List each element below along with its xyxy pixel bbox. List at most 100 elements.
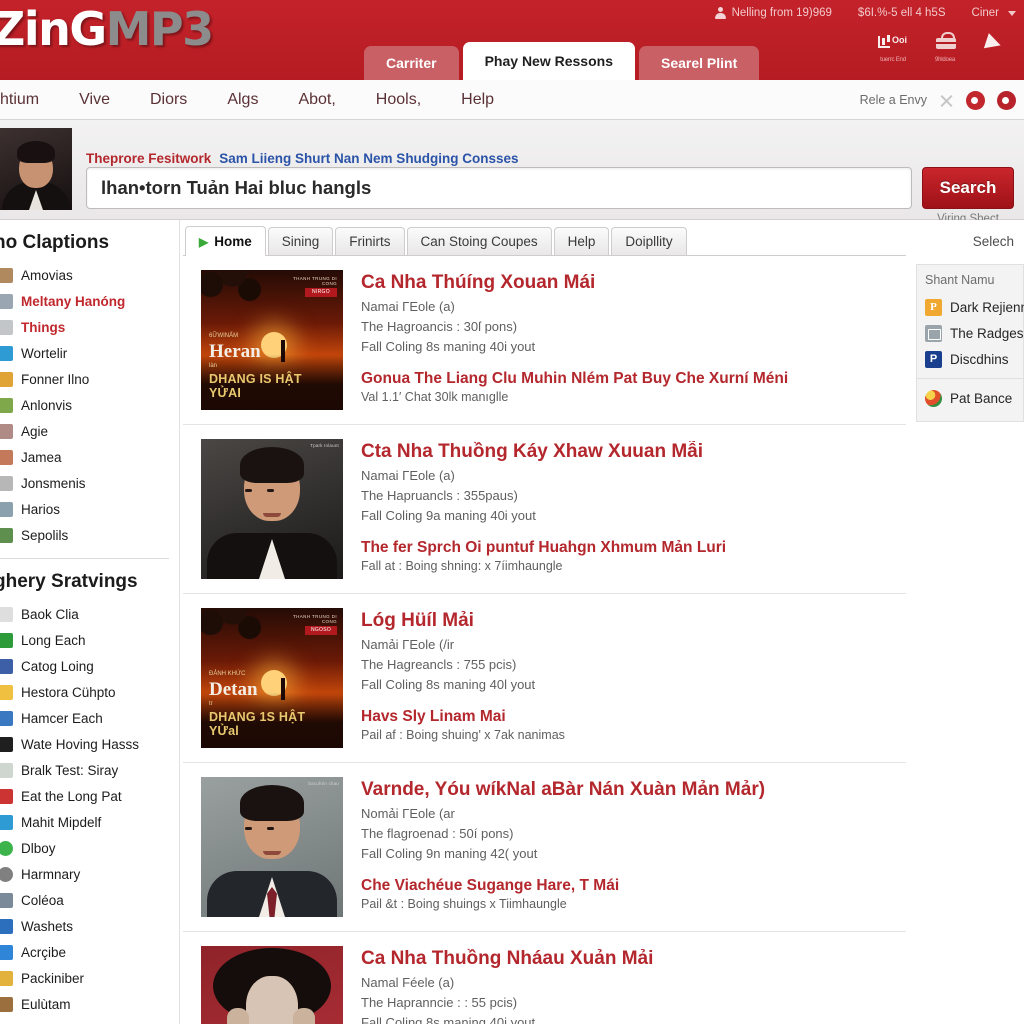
tab-sining[interactable]: Sining xyxy=(267,227,334,255)
account-icon[interactable] xyxy=(997,90,1016,110)
header-tab-searel-plint[interactable]: Searel Plint xyxy=(638,46,760,80)
result-meta-2: The Hapruancls : 355paus) xyxy=(361,488,518,504)
result-thumbnail[interactable]: THANH TRUNG DI CONG NIRGO 6ỮWINẤM Heran … xyxy=(201,270,343,410)
header-tab-carriter[interactable]: Carriter xyxy=(364,46,459,80)
result-meta-1: Namal Féele (a) xyxy=(361,975,455,991)
sidebar-item-packiniber[interactable]: Packiniber xyxy=(0,965,179,991)
nav-link-help[interactable]: Help xyxy=(441,91,514,109)
result-title[interactable]: Varnde, Yóu wíkNal aBàr Nán Xuàn Mản Mảr… xyxy=(361,779,894,801)
result-row[interactable]: bacuhtin chau Varnde, Yóu wíkNal aBàr Ná… xyxy=(183,763,906,932)
tab-help[interactable]: Help xyxy=(553,227,610,255)
nav-link-vive[interactable]: Vive xyxy=(59,91,130,109)
result-subtitle[interactable]: Che Viachéue Suganɡe Hare, T Mái xyxy=(361,877,894,895)
satellite-icon[interactable] xyxy=(980,32,1014,62)
sidebar-item-label: Agie xyxy=(21,423,49,439)
nav-link-abot[interactable]: Abot, xyxy=(278,91,355,109)
sidebar-item-catog-loing[interactable]: Catog Loing xyxy=(0,653,179,679)
sidebar-item-acrcibe[interactable]: Acrçibe xyxy=(0,939,179,965)
sidebar-item-agie[interactable]: Agie xyxy=(0,418,179,444)
site-logo[interactable]: ZinGMP3 xyxy=(0,2,214,56)
tab-home[interactable]: ▶ Home xyxy=(185,226,266,256)
result-thumbnail[interactable]: THANH TRUNG DI CONG NGOSO ĐẢNH KHỨC Deta… xyxy=(201,608,343,748)
result-row[interactable]: THANH TRUNG DI CONG NGOSO ĐẢNH KHỨC Deta… xyxy=(183,594,906,763)
bag-icon[interactable]: 9hldoea xyxy=(928,32,962,63)
image-icon xyxy=(925,324,942,342)
sidebar-item-label: Wortelir xyxy=(21,345,68,361)
sidebar-item-jamea[interactable]: Jamea xyxy=(0,444,179,470)
result-title[interactable]: Cta Nha Thuồng Káy Xhaw Xuuan Mẫi xyxy=(361,441,894,463)
sidebar-item-label: Meltany Hanóng xyxy=(21,293,126,309)
result-subtitle[interactable]: The fer Sprch Oi puntuf Huahgn Xhmum Mản… xyxy=(361,539,894,557)
list-icon xyxy=(0,345,13,361)
sidebar-item-washets[interactable]: Washets xyxy=(0,913,179,939)
sidebar-item-coleoa[interactable]: Coléoa xyxy=(0,887,179,913)
sidebar-item-label: Jonsmenis xyxy=(21,475,86,491)
list-icon xyxy=(0,892,13,908)
sidebar-item-amovias[interactable]: Amovias xyxy=(0,262,179,288)
sidebar-item-jonsmenis[interactable]: Jonsmenis xyxy=(0,470,179,496)
nav-link-hools[interactable]: Hools, xyxy=(356,91,441,109)
person-icon xyxy=(714,7,726,19)
record-icon[interactable] xyxy=(966,90,985,110)
result-title[interactable]: Ca Nha Thuồng Nháau Xuản Mải xyxy=(361,948,894,970)
sidebar-item-hestora-cuhpto[interactable]: Hestora Cühpto xyxy=(0,679,179,705)
tab-doipllity[interactable]: Doipllity xyxy=(611,227,687,255)
result-row[interactable]: Tpark Inlaunt Cta Nha Thuồng Káy Xhaw Xu… xyxy=(183,425,906,594)
sidebar-item-sepolils[interactable]: Sepolils xyxy=(0,522,179,548)
header-icon-group: Ooi tuerrc End 9hldoea xyxy=(876,32,1014,63)
sidebar-item-harmnary[interactable]: Harmnary xyxy=(0,861,179,887)
topbar-status[interactable]: $6I.%-5 ell 4 h5S xyxy=(858,7,946,19)
result-subtitle[interactable]: Havs Sly Linam Mai xyxy=(361,708,894,726)
thumb-caption: 6ỮWINẤM Heran làn DHANG IS HẬT YỬAI xyxy=(209,331,337,400)
sidebar-item-wortelir[interactable]: Wortelir xyxy=(0,340,179,366)
result-thumbnail[interactable] xyxy=(201,946,343,1024)
sidebar-item-eat-the-long-pat[interactable]: Eat the Long Pat xyxy=(0,783,179,809)
close-icon[interactable] xyxy=(939,93,954,108)
sidebar-item-things[interactable]: Things xyxy=(0,314,179,340)
tab-label: Can Stoing Coupes xyxy=(420,234,538,249)
tab-label: Doipllity xyxy=(625,234,673,249)
sidebar-item-anlonvis[interactable]: Anlonvis xyxy=(0,392,179,418)
sidebar-item-baok-clia[interactable]: Baok Clia xyxy=(0,601,179,627)
nav-link-algs[interactable]: Algs xyxy=(207,91,278,109)
sidebar-item-dlboy[interactable]: Dlboy xyxy=(0,835,179,861)
sidebar-item-bralk-test-siray[interactable]: Bralk Test: Siray xyxy=(0,757,179,783)
thumb-corner-badge: NGOSO xyxy=(305,626,337,635)
nav-link-diors[interactable]: Diors xyxy=(130,91,207,109)
topbar-account[interactable]: Nelling from 19)969 xyxy=(714,7,832,19)
search-input[interactable] xyxy=(86,167,912,209)
content-tabs: ▶ Home Sining Frinirts Can Stoing Coupes… xyxy=(183,220,906,256)
list-icon xyxy=(0,970,13,986)
result-subtitle[interactable]: Gonua The Liang Clu Muhin Nlém Pat Buy C… xyxy=(361,370,894,388)
result-title[interactable]: Ca Nha Thúíng Xouan Mái xyxy=(361,272,894,294)
sidebar-item-label: Jamea xyxy=(21,449,62,465)
topbar-menu[interactable]: Ciner xyxy=(972,7,1016,19)
sidebar-item-fonner-ilno[interactable]: Fonner Ilno xyxy=(0,366,179,392)
result-title[interactable]: Lóg Hüíl Mải xyxy=(361,610,894,632)
thumb-caption: ĐẢNH KHỨC Detan tr DHANG 1S HẬT YỬal xyxy=(209,669,337,738)
suggestion-primary[interactable]: Theprore Fesitwork xyxy=(86,151,211,166)
search-button[interactable]: Search xyxy=(922,167,1014,209)
nav-link-htium[interactable]: htium xyxy=(0,91,59,109)
sidebar-item-long-each[interactable]: Long Each xyxy=(0,627,179,653)
select-all-label[interactable]: Selech xyxy=(973,234,1014,1017)
sidebar-item-wate-hoving-hasss[interactable]: Wate Hoving Hasss xyxy=(0,731,179,757)
result-submeta: Fall at : Boing shning: x 7íimhaungle xyxy=(361,558,563,573)
sidebar-item-mahit-mipdelf[interactable]: Mahit Mipdelf xyxy=(0,809,179,835)
suggestion-secondary[interactable]: Sam Liieng Shurt Nan Nem Shudging Consse… xyxy=(219,151,518,166)
result-row[interactable]: Ca Nha Thuồng Nháau Xuản Mải Namal Féele… xyxy=(183,932,906,1024)
result-meta-2: The flagroenad : 50í pons) xyxy=(361,826,514,842)
list-icon xyxy=(0,449,13,465)
header-tab-phay-new-ressons[interactable]: Phay New Ressons xyxy=(462,42,635,80)
tab-frinirts[interactable]: Frinirts xyxy=(335,227,405,255)
sidebar-item-harios[interactable]: Harios xyxy=(0,496,179,522)
result-thumbnail[interactable]: bacuhtin chau xyxy=(201,777,343,917)
sidebar-item-meltany-hanong[interactable]: Meltany Hanóng xyxy=(0,288,179,314)
tab-can-stoing-coupes[interactable]: Can Stoing Coupes xyxy=(406,227,552,255)
sidebar-item-hamcer-each[interactable]: Hamcer Each xyxy=(0,705,179,731)
sidebar-item-eulutam[interactable]: Eulùtam xyxy=(0,991,179,1017)
result-row[interactable]: THANH TRUNG DI CONG NIRGO 6ỮWINẤM Heran … xyxy=(183,256,906,425)
list-icon xyxy=(0,710,13,726)
chart-icon[interactable]: Ooi tuerrc End xyxy=(876,32,910,63)
result-thumbnail[interactable]: Tpark Inlaunt xyxy=(201,439,343,579)
